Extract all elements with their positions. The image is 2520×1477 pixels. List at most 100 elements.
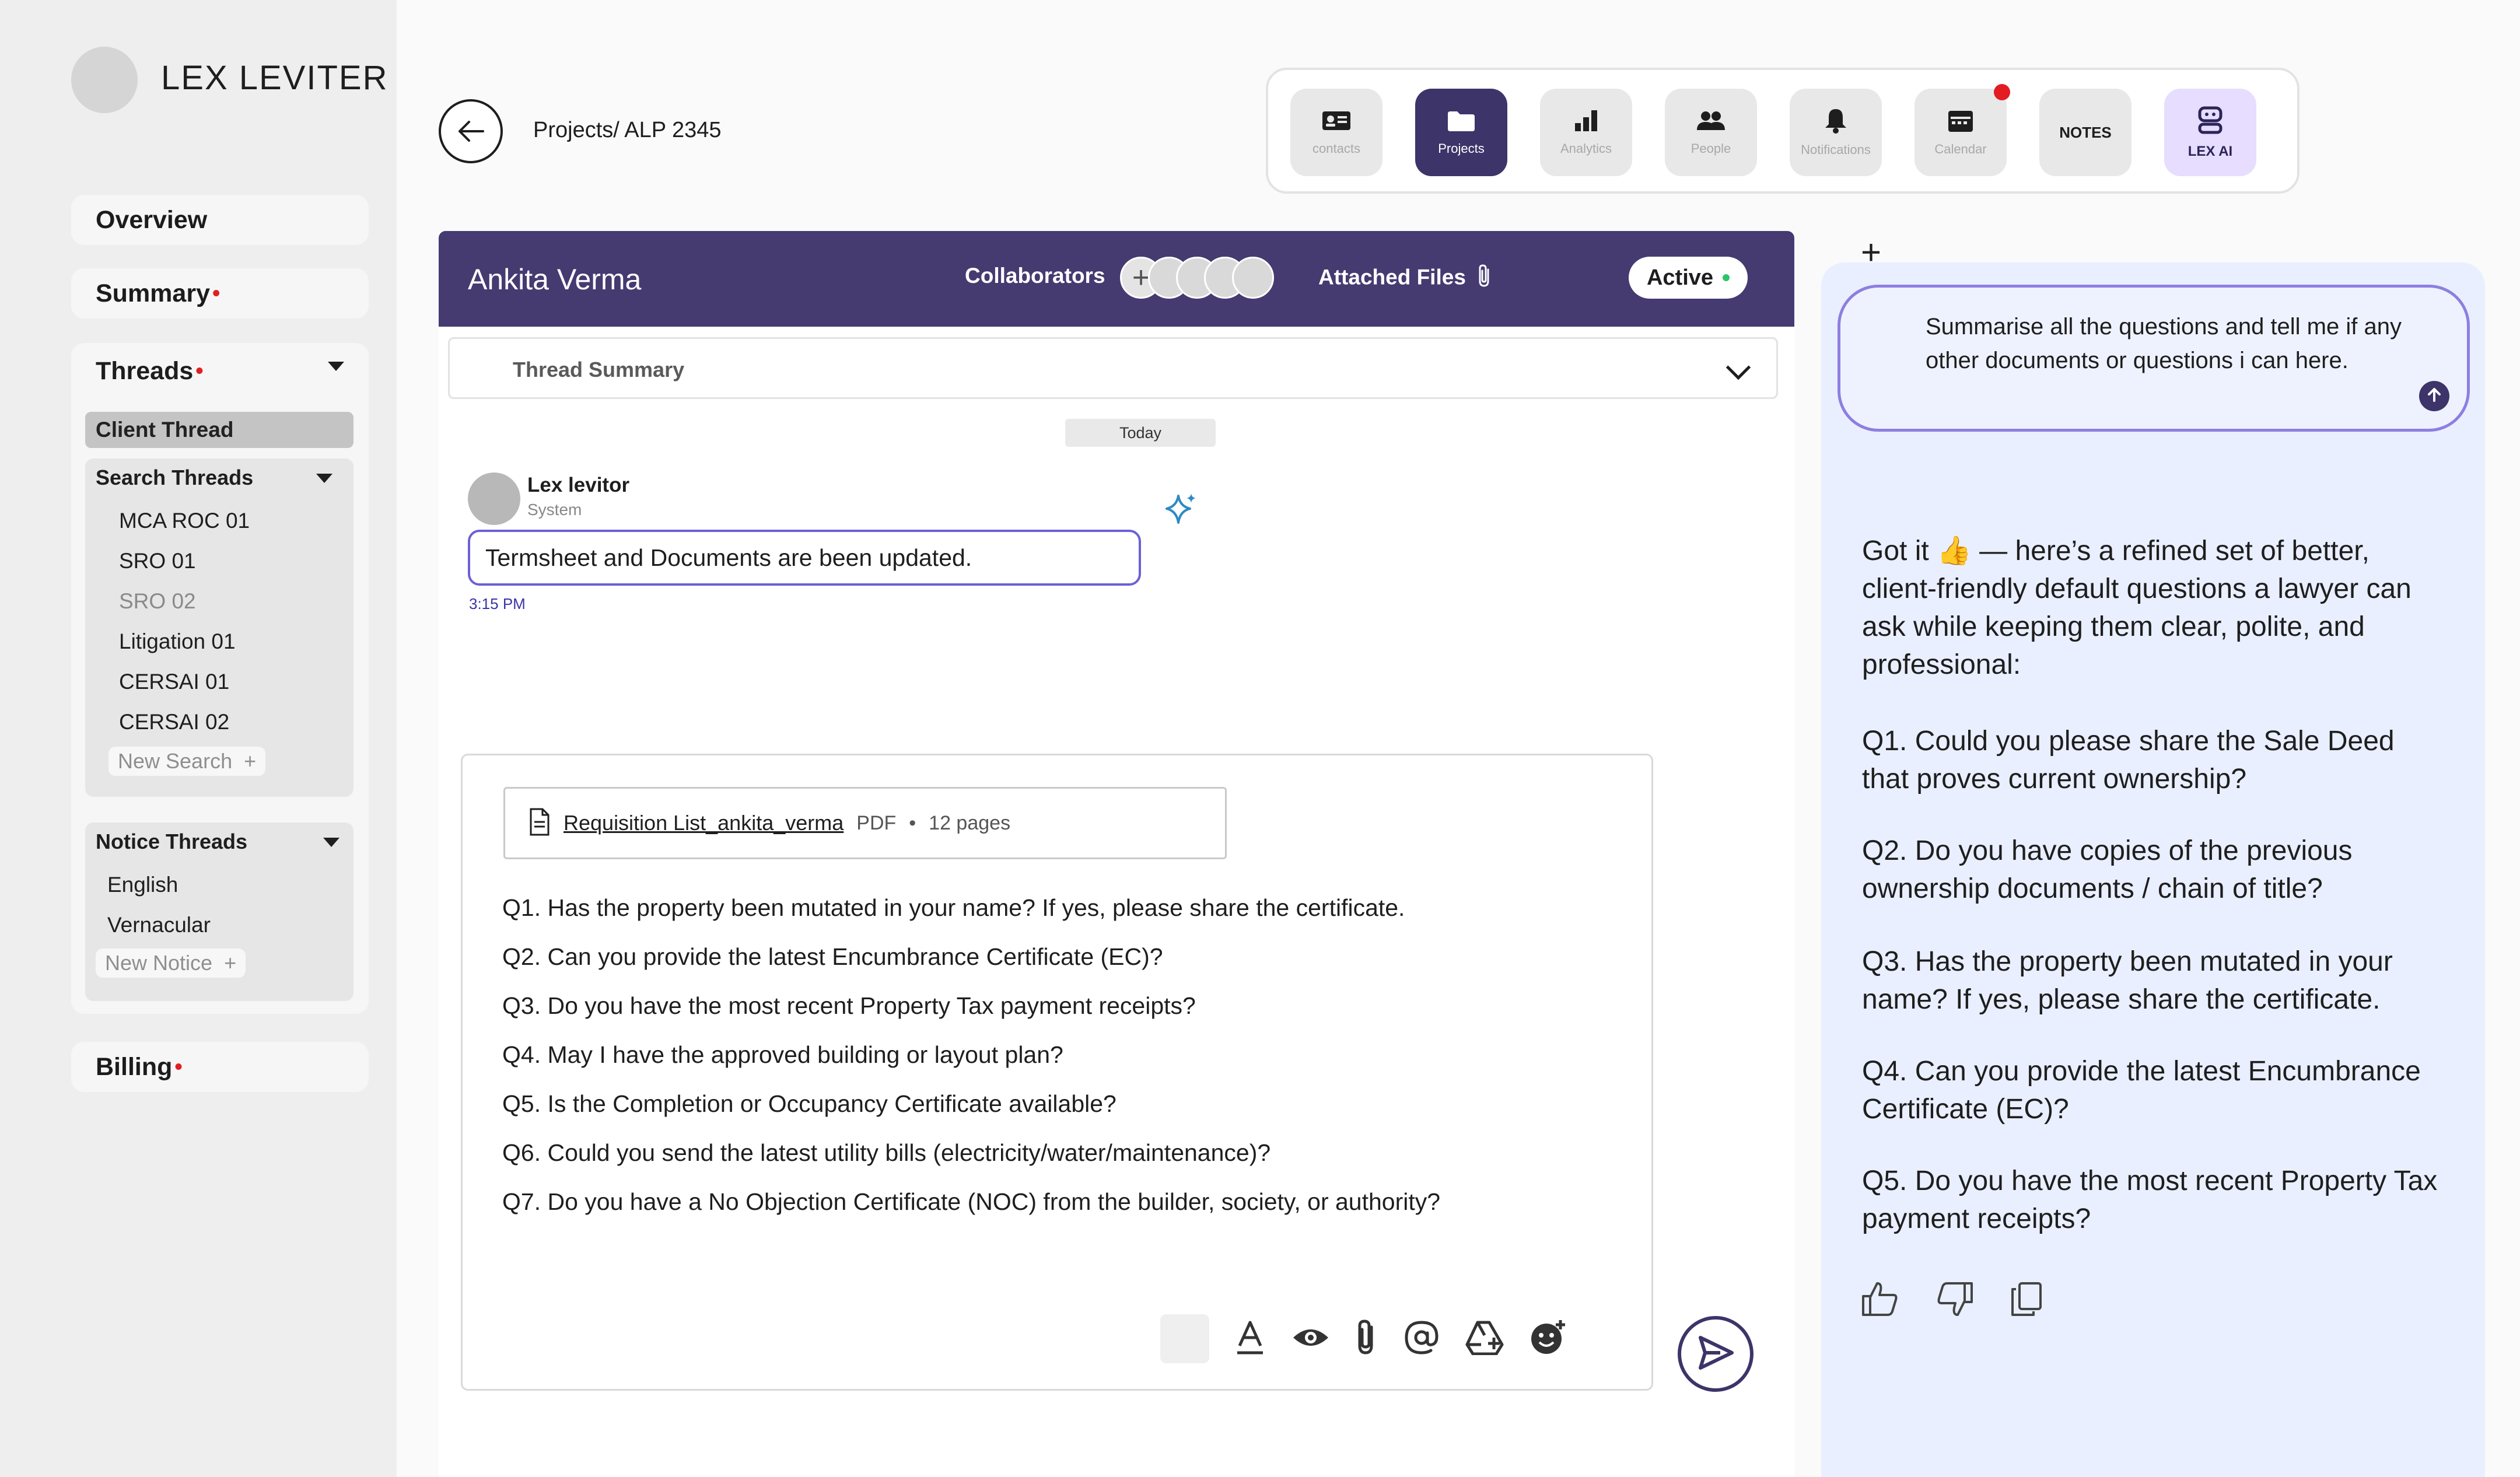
- people-icon: [1696, 109, 1726, 135]
- client-thread-item[interactable]: Client Thread: [85, 412, 354, 448]
- eye-icon[interactable]: [1291, 1325, 1331, 1353]
- notification-dot: [1994, 84, 2010, 100]
- folder-icon: [1447, 109, 1476, 135]
- tool-label: Notifications: [1801, 142, 1871, 157]
- attachment-card[interactable]: Requisition List_ankita_verma PDF • 12 p…: [503, 787, 1227, 859]
- avatar: [1232, 257, 1274, 299]
- search-thread-item[interactable]: SRO 01: [119, 549, 196, 573]
- question-line: Q5. Is the Completion or Occupancy Certi…: [502, 1090, 1116, 1117]
- ai-prompt-input[interactable]: Summarise all the questions and tell me …: [1838, 285, 2470, 432]
- thread-summary-dropdown[interactable]: Thread Summary: [448, 337, 1778, 399]
- message-time: 3:15 PM: [469, 595, 526, 612]
- alert-dot: •: [174, 1054, 183, 1079]
- format-placeholder[interactable]: [1160, 1314, 1209, 1363]
- breadcrumb: Projects/ ALP 2345: [533, 118, 722, 142]
- paperclip-icon[interactable]: [1355, 1319, 1378, 1359]
- question-line: Q6. Could you send the latest utility bi…: [502, 1139, 1271, 1166]
- drive-icon[interactable]: [1465, 1320, 1504, 1358]
- tool-calendar[interactable]: Calendar: [1915, 89, 2007, 176]
- status-label: Active: [1646, 265, 1714, 290]
- new-notice-button[interactable]: New Notice +: [96, 949, 246, 978]
- search-threads-title: Search Threads: [96, 466, 254, 489]
- tool-label: NOTES: [2059, 123, 2112, 141]
- ai-feedback-actions: [1861, 1281, 2043, 1320]
- chevron-down-icon[interactable]: [316, 474, 332, 483]
- search-thread-item[interactable]: SRO 02: [119, 589, 196, 614]
- avatar: [468, 473, 520, 525]
- copy-icon[interactable]: [2010, 1281, 2043, 1320]
- paperclip-icon: [1476, 264, 1494, 293]
- attachment-pages: 12 pages: [929, 811, 1011, 834]
- search-thread-item[interactable]: Litigation 01: [119, 629, 236, 654]
- attached-files-button[interactable]: Attached Files: [1318, 264, 1494, 293]
- client-thread-label: Client Thread: [96, 418, 234, 442]
- tool-lex-ai[interactable]: LEX AI: [2164, 89, 2256, 176]
- new-search-label: New Search: [118, 749, 233, 773]
- search-thread-item[interactable]: CERSAI 01: [119, 670, 229, 694]
- client-name: Ankita Verma: [468, 263, 642, 296]
- tool-label: Analytics: [1560, 141, 1612, 156]
- tool-contacts[interactable]: contacts: [1290, 89, 1382, 176]
- new-search-button[interactable]: New Search +: [108, 747, 266, 776]
- question-line: Q2. Can you provide the latest Encumbran…: [502, 943, 1163, 970]
- chevron-down-icon[interactable]: [328, 362, 344, 371]
- question-line: Q4. May I have the approved building or …: [502, 1041, 1063, 1068]
- notice-thread-item[interactable]: Vernacular: [107, 913, 211, 937]
- tool-label: Projects: [1438, 141, 1485, 156]
- compose-box[interactable]: Requisition List_ankita_verma PDF • 12 p…: [461, 754, 1653, 1391]
- brand-avatar: [71, 47, 138, 113]
- search-thread-item[interactable]: CERSAI 02: [119, 710, 229, 734]
- collaborator-avatars[interactable]: +: [1120, 257, 1274, 299]
- notice-thread-item[interactable]: English: [107, 873, 178, 897]
- tool-analytics[interactable]: Analytics: [1540, 89, 1632, 176]
- tool-notes[interactable]: NOTES: [2039, 89, 2132, 176]
- threads-header[interactable]: Threads •: [96, 357, 204, 386]
- ai-response-item: Q2. Do you have copies of the previous o…: [1862, 835, 2353, 904]
- thread-summary-label: Thread Summary: [513, 358, 685, 382]
- ai-response-item: Q5. Do you have the most recent Property…: [1862, 1166, 2438, 1234]
- ai-response-intro: Got it 👍 — here’s a refined set of bette…: [1862, 536, 2412, 680]
- status-badge[interactable]: Active: [1629, 257, 1748, 299]
- search-thread-item[interactable]: MCA ROC 01: [119, 509, 250, 533]
- emoji-icon[interactable]: [1529, 1319, 1566, 1359]
- thumbs-up-icon[interactable]: [1861, 1281, 1899, 1320]
- robot-icon: [2196, 106, 2224, 138]
- attachment-name[interactable]: Requisition List_ankita_verma: [564, 811, 844, 835]
- send-button[interactable]: [1678, 1316, 1754, 1392]
- tool-people[interactable]: People: [1665, 89, 1757, 176]
- nav-summary-label: Summary: [96, 279, 210, 307]
- tool-label: contacts: [1312, 141, 1360, 156]
- message-bubble: Termsheet and Documents are been updated…: [468, 530, 1141, 586]
- tool-projects[interactable]: Projects: [1415, 89, 1507, 176]
- alert-dot: •: [195, 359, 204, 383]
- thumbs-down-icon[interactable]: [1936, 1281, 1974, 1320]
- status-dot: [1723, 274, 1730, 281]
- tool-label: People: [1690, 141, 1731, 156]
- ai-prompt-text[interactable]: Summarise all the questions and tell me …: [1926, 310, 2404, 377]
- collaborators-label: Collaborators: [965, 264, 1105, 288]
- tool-notifications[interactable]: Notifications: [1790, 89, 1882, 176]
- mention-icon[interactable]: [1403, 1319, 1440, 1359]
- date-divider: Today: [1065, 419, 1216, 447]
- question-line: Q7. Do you have a No Objection Certifica…: [502, 1188, 1441, 1215]
- ai-send-button[interactable]: [2419, 381, 2449, 411]
- attached-files-label: Attached Files: [1318, 265, 1466, 289]
- ai-response-item: Q3. Has the property been mutated in you…: [1862, 946, 2393, 1015]
- back-button[interactable]: [439, 99, 503, 163]
- format-toolbar: [1160, 1314, 1566, 1363]
- contacts-icon: [1321, 109, 1352, 135]
- calendar-icon: [1947, 108, 1974, 136]
- chevron-down-icon[interactable]: [323, 838, 340, 847]
- nav-overview[interactable]: Overview: [71, 195, 369, 245]
- message-role: System: [527, 501, 582, 519]
- text-format-icon[interactable]: [1234, 1319, 1266, 1359]
- arrow-up-icon: [2426, 387, 2442, 406]
- document-icon: [528, 808, 551, 839]
- nav-billing[interactable]: Billing •: [71, 1042, 369, 1092]
- brand-name: LEX LEVITER: [161, 59, 388, 97]
- message-sender: Lex levitor: [527, 474, 630, 496]
- sparkle-icon[interactable]: [1162, 491, 1199, 531]
- nav-overview-label: Overview: [96, 205, 208, 234]
- send-icon: [1697, 1335, 1734, 1373]
- nav-summary[interactable]: Summary •: [71, 268, 369, 318]
